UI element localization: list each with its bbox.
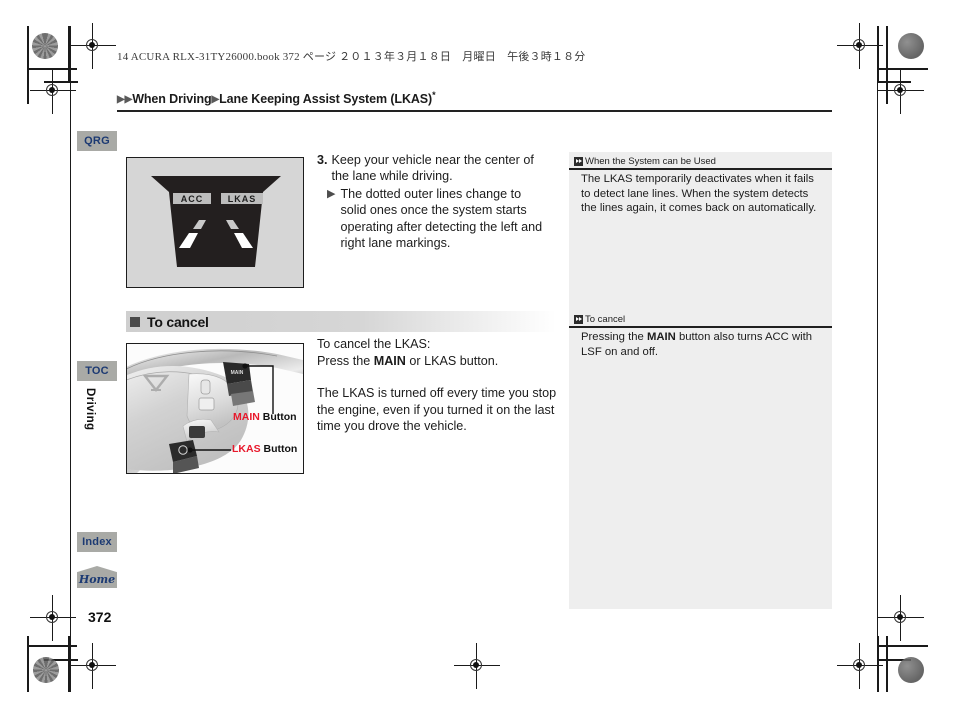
cancel-line-1: To cancel the LKAS:	[317, 337, 431, 351]
svg-text:LKAS: LKAS	[228, 194, 257, 204]
step-text: Keep your vehicle near the center of the…	[331, 153, 534, 184]
sidebar-panel-to-cancel: To cancel Pressing the MAIN button also …	[569, 310, 832, 609]
callout-lkas-rest: Button	[260, 443, 298, 455]
sidebar-panel-1-body-text: The LKAS temporarily deactivates when it…	[581, 173, 817, 215]
registration-target	[70, 23, 116, 69]
crop-mark	[27, 26, 29, 104]
toc-button[interactable]: TOC	[77, 361, 117, 381]
registration-target	[30, 595, 76, 641]
sidebar: When the System can be Used The LKAS tem…	[569, 152, 832, 609]
step-bullet-text: The dotted outer lines change to solid o…	[340, 186, 543, 251]
sidebar-panel-2-title: To cancel	[569, 310, 832, 326]
registration-target	[837, 23, 883, 69]
qrg-button[interactable]: QRG	[77, 131, 117, 151]
sidebar-panel-2-title-text: To cancel	[585, 314, 626, 325]
svg-text:ACC: ACC	[181, 194, 204, 204]
registration-target	[837, 643, 883, 689]
breadcrumb-section[interactable]: When Driving	[132, 92, 211, 106]
sidebar-panel-1-divider	[569, 168, 832, 170]
crop-mark	[878, 68, 928, 70]
callout-main-accent: MAIN	[233, 411, 260, 423]
home-button[interactable]: Home	[77, 566, 117, 588]
page-number: 372	[88, 609, 112, 625]
density-patch	[32, 33, 58, 59]
crop-mark	[886, 26, 888, 104]
callout-lkas-button: LKAS Button	[232, 443, 297, 455]
registration-target	[454, 643, 500, 689]
sidebar-panel-1-body: The LKAS temporarily deactivates when it…	[569, 168, 832, 216]
cancel-line-2-pre: Press the	[317, 353, 374, 368]
cancel-instructions: To cancel the LKAS: Press the MAIN or LK…	[317, 336, 557, 435]
section-heading-label: To cancel	[147, 313, 209, 330]
breadcrumb-arrow-icon: ▶	[211, 94, 220, 105]
crop-mark	[878, 645, 928, 647]
step-3-block: 3. Keep your vehicle near the center of …	[317, 152, 549, 251]
sidebar-panel-2-divider	[569, 326, 832, 328]
breadcrumb-topic[interactable]: Lane Keeping Assist System (LKAS)	[219, 92, 432, 106]
registration-target	[30, 68, 76, 114]
breadcrumb-divider	[117, 110, 832, 112]
svg-text:MAIN: MAIN	[231, 370, 244, 376]
lkas-display-graphic: ACC LKAS	[151, 176, 281, 267]
density-patch	[898, 33, 924, 59]
double-chevron-icon	[574, 157, 583, 166]
trim-line	[877, 26, 879, 692]
sidebar-panel-1-title-text: When the System can be Used	[585, 156, 716, 167]
registration-target	[70, 643, 116, 689]
cancel-paragraph-2: The LKAS is turned off every time you st…	[317, 386, 557, 434]
trim-line	[70, 26, 72, 692]
registration-target	[878, 595, 924, 641]
sidebar-panel-2-pre: Pressing the	[581, 331, 647, 343]
callout-main-rest: Button	[259, 411, 297, 423]
sidebar-panel-2-body: Pressing the MAIN button also turns ACC …	[569, 326, 832, 359]
cancel-line-2-post: or LKAS button.	[405, 353, 499, 368]
bullet-arrow-icon: ▶	[327, 187, 336, 200]
section-heading-to-cancel: To cancel	[126, 311, 556, 332]
sidebar-panel-2-bold: MAIN	[646, 331, 676, 343]
file-header-text: 14 ACURA RLX-31TY26000.book 372 ページ ２０１３…	[117, 51, 586, 63]
sidebar-panel-when-system-used: When the System can be Used The LKAS tem…	[569, 152, 832, 330]
figure-lkas-display: ACC LKAS	[126, 157, 304, 288]
callout-lkas-accent: LKAS	[232, 443, 261, 455]
sidebar-panel-1-title: When the System can be Used	[569, 152, 832, 168]
registration-target	[878, 68, 924, 114]
step-number: 3.	[317, 153, 328, 167]
double-chevron-icon	[574, 315, 583, 324]
breadcrumb-arrow-icon: ▶	[117, 94, 125, 105]
section-bullet-icon	[130, 316, 140, 327]
cancel-line-2-bold: MAIN	[373, 353, 406, 368]
home-button-label: Home	[78, 573, 116, 586]
cancel-line-2: Press the MAIN or LKAS button.	[317, 353, 557, 370]
density-patch	[898, 657, 924, 683]
breadcrumb[interactable]: ▶▶When Driving▶Lane Keeping Assist Syste…	[117, 90, 436, 106]
chapter-label: Driving	[84, 388, 96, 431]
density-patch	[33, 657, 59, 683]
index-button[interactable]: Index	[77, 532, 117, 552]
breadcrumb-superscript: *	[432, 90, 436, 100]
sidebar-panel-2-body-text: Pressing the MAIN button also turns ACC …	[581, 330, 820, 359]
callout-main-button: MAIN Button	[233, 411, 297, 423]
